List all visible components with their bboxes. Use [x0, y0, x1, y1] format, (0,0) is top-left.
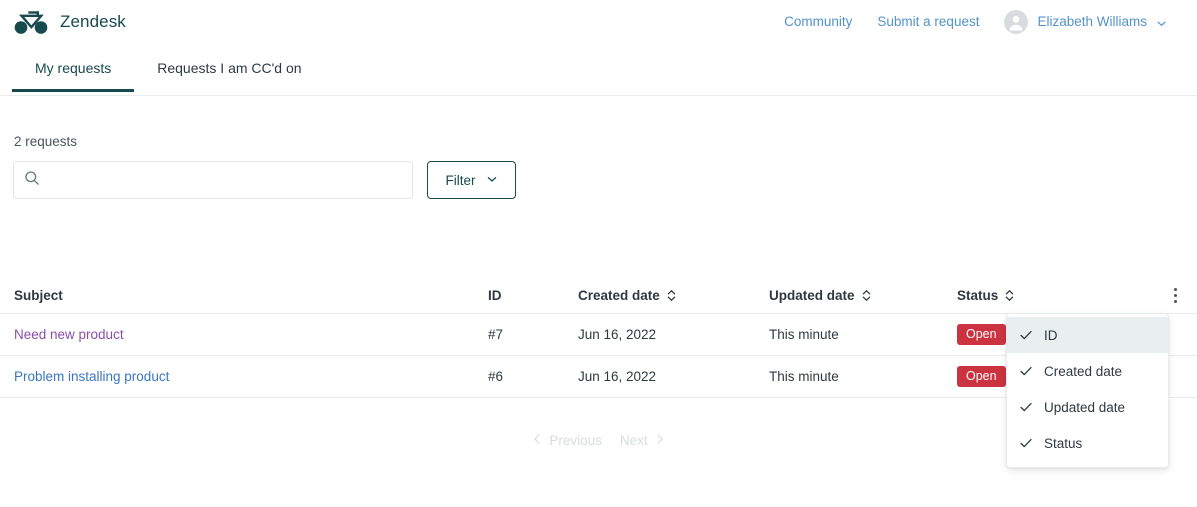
- table-header-row: Subject ID Created date Updated date: [0, 278, 1197, 314]
- cell-created-date: Jun 16, 2022: [578, 369, 769, 384]
- cell-updated-date: This minute: [769, 369, 957, 384]
- zendesk-bicycle-logo-icon: [14, 9, 48, 35]
- status-badge: Open: [957, 324, 1006, 345]
- column-header-subject[interactable]: Subject: [14, 288, 488, 303]
- user-name: Elizabeth Williams: [1037, 14, 1147, 29]
- dropdown-item-label: Created date: [1044, 364, 1122, 379]
- dropdown-item-label: Status: [1044, 436, 1082, 451]
- submit-request-link[interactable]: Submit a request: [877, 14, 979, 29]
- check-icon: [1019, 364, 1033, 378]
- dropdown-item-status[interactable]: Status: [1007, 425, 1168, 461]
- request-count: 2 requests: [14, 134, 77, 149]
- dropdown-item-id[interactable]: ID: [1007, 317, 1168, 353]
- column-header-id[interactable]: ID: [488, 288, 578, 303]
- column-header-created-date-label: Created date: [578, 288, 660, 303]
- cell-updated-date: This minute: [769, 327, 957, 342]
- previous-page-button[interactable]: Previous: [532, 433, 602, 448]
- cell-id: #6: [488, 369, 578, 384]
- dropdown-item-label: Updated date: [1044, 400, 1125, 415]
- filter-button[interactable]: Filter: [427, 161, 516, 199]
- kebab-menu-icon[interactable]: [1172, 285, 1179, 306]
- column-header-id-label: ID: [488, 288, 502, 303]
- chevron-down-icon: [1156, 16, 1167, 27]
- brand[interactable]: Zendesk: [14, 9, 126, 35]
- brand-name: Zendesk: [60, 12, 126, 32]
- search-box[interactable]: [13, 161, 413, 199]
- tab-requests-ccd-on[interactable]: Requests I am CC'd on: [134, 58, 324, 92]
- cell-created-date: Jun 16, 2022: [578, 327, 769, 342]
- sort-updown-icon[interactable]: [861, 289, 872, 302]
- column-header-subject-label: Subject: [14, 288, 63, 303]
- kebab-dot: [1174, 294, 1177, 297]
- cell-subject: Problem installing product: [14, 369, 488, 384]
- cell-id: #7: [488, 327, 578, 342]
- sort-updown-icon[interactable]: [1004, 289, 1015, 302]
- search-icon: [24, 170, 40, 191]
- chevron-down-icon: [486, 173, 498, 188]
- chevron-left-icon: [532, 433, 542, 448]
- column-visibility-dropdown: ID Created date Updated date: [1006, 313, 1169, 468]
- community-link[interactable]: Community: [784, 14, 852, 29]
- requests-tabs: My requests Requests I am CC'd on: [0, 58, 1197, 96]
- column-header-created-date[interactable]: Created date: [578, 288, 769, 303]
- column-header-updated-date[interactable]: Updated date: [769, 288, 957, 303]
- request-subject-link[interactable]: Problem installing product: [14, 369, 169, 384]
- kebab-dot: [1174, 300, 1177, 303]
- dropdown-item-created-date[interactable]: Created date: [1007, 353, 1168, 389]
- page-header: Zendesk Community Submit a request Eliza…: [0, 0, 1197, 43]
- next-page-button[interactable]: Next: [620, 433, 665, 448]
- tab-my-requests[interactable]: My requests: [12, 58, 134, 92]
- status-badge: Open: [957, 366, 1006, 387]
- cell-subject: Need new product: [14, 327, 488, 342]
- search-input[interactable]: [40, 162, 402, 198]
- sort-updown-icon[interactable]: [666, 289, 677, 302]
- dropdown-item-label: ID: [1044, 328, 1058, 343]
- user-menu[interactable]: Elizabeth Williams: [1004, 10, 1167, 34]
- check-icon: [1019, 400, 1033, 414]
- dropdown-item-updated-date[interactable]: Updated date: [1007, 389, 1168, 425]
- chevron-right-icon: [655, 433, 665, 448]
- filter-button-label: Filter: [446, 173, 476, 188]
- header-actions: Community Submit a request Elizabeth Wil…: [784, 10, 1183, 34]
- search-filter-row: Filter: [13, 161, 516, 199]
- zendesk-requests-page: Zendesk Community Submit a request Eliza…: [0, 0, 1197, 507]
- check-icon: [1019, 328, 1033, 342]
- user-avatar-icon: [1004, 10, 1028, 34]
- check-icon: [1019, 436, 1033, 450]
- column-header-status-label: Status: [957, 288, 998, 303]
- column-header-status[interactable]: Status: [957, 288, 1153, 303]
- previous-page-label: Previous: [549, 433, 602, 448]
- column-header-updated-date-label: Updated date: [769, 288, 855, 303]
- next-page-label: Next: [620, 433, 648, 448]
- kebab-dot: [1174, 288, 1177, 291]
- request-subject-link[interactable]: Need new product: [14, 327, 124, 342]
- column-settings-cell: [1153, 285, 1179, 306]
